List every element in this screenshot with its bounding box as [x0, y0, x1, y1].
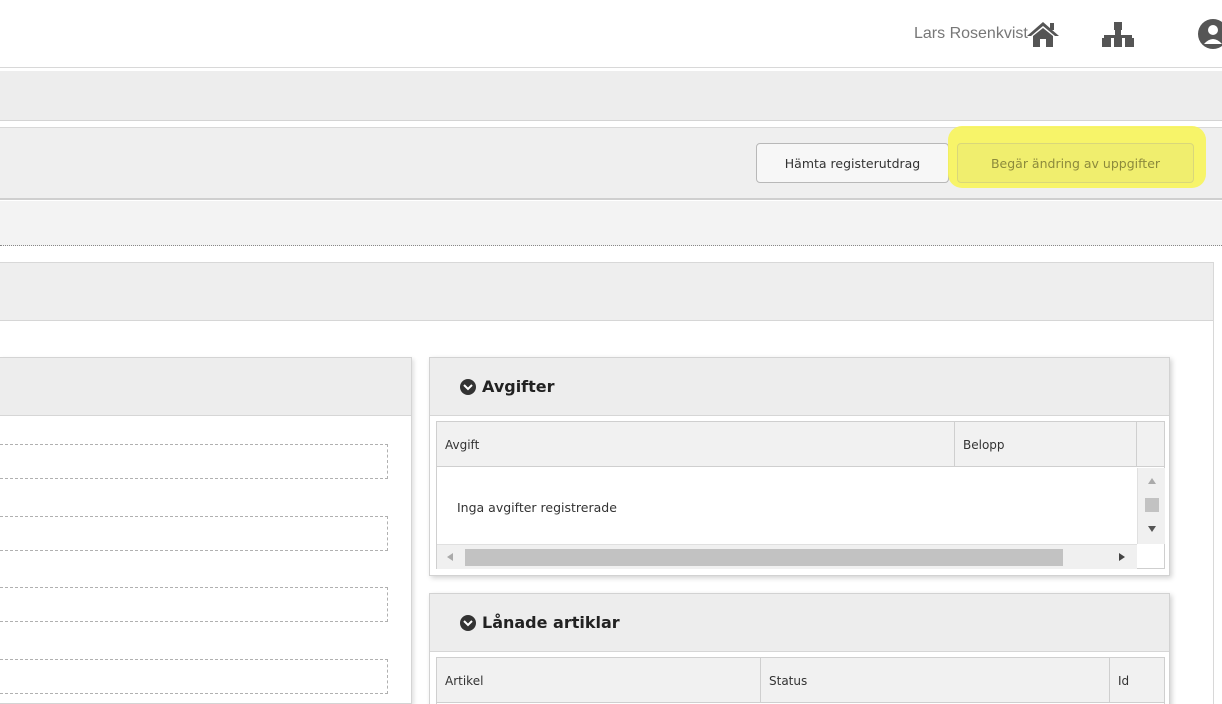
fees-grid-header: Avgift Belopp — [437, 422, 1164, 467]
user-name[interactable]: Lars Rosenkvist — [914, 25, 1028, 43]
home-icon[interactable] — [1026, 20, 1060, 48]
column-header-status[interactable]: Status — [761, 658, 1110, 703]
horizontal-scroll-thumb[interactable] — [465, 549, 1063, 566]
details-field-1[interactable] — [0, 444, 388, 479]
vertical-scroll-thumb[interactable] — [1145, 498, 1159, 512]
details-field-3[interactable] — [0, 587, 388, 622]
fees-horizontal-scrollbar[interactable] — [437, 544, 1137, 569]
loans-panel: Lånade artiklar Artikel Status Id — [429, 593, 1170, 704]
fees-title: Avgifter — [482, 377, 555, 396]
fees-empty-message: Inga avgifter registrerade — [457, 500, 617, 515]
column-header-fee[interactable]: Avgift — [437, 422, 955, 467]
fetch-register-extract-button[interactable]: Hämta registerutdrag — [756, 143, 949, 183]
scroll-down-icon[interactable] — [1148, 526, 1156, 532]
organization-icon[interactable] — [1100, 20, 1136, 48]
details-panel-header — [0, 358, 411, 416]
details-field-2[interactable] — [0, 516, 388, 551]
column-header-amount[interactable]: Belopp — [955, 422, 1137, 467]
loans-grid: Artikel Status Id — [436, 657, 1165, 704]
user-icon[interactable] — [1197, 18, 1222, 50]
navigation-band — [0, 71, 1222, 121]
scroll-left-icon[interactable] — [447, 553, 453, 561]
column-header-id[interactable]: Id — [1110, 658, 1165, 703]
scroll-right-icon[interactable] — [1119, 553, 1125, 561]
sub-toolbar — [0, 201, 1222, 246]
scroll-up-icon[interactable] — [1148, 478, 1156, 484]
details-field-4[interactable] — [0, 659, 388, 694]
fees-grid: Avgift Belopp Inga avgifter registrerade — [436, 421, 1165, 569]
chevron-down-icon[interactable] — [460, 378, 476, 395]
fees-vertical-scrollbar[interactable] — [1137, 468, 1165, 544]
loans-panel-header[interactable]: Lånade artiklar — [430, 594, 1169, 652]
request-change-button[interactable]: Begär ändring av uppgifter — [957, 143, 1194, 183]
column-header-article[interactable]: Artikel — [437, 658, 761, 703]
fees-panel: Avgifter Avgift Belopp Inga avgifter reg… — [429, 357, 1170, 576]
top-header: Lars Rosenkvist — [0, 0, 1222, 68]
main-panel-header — [0, 263, 1213, 321]
fees-panel-header[interactable]: Avgifter — [430, 358, 1169, 416]
loans-grid-header: Artikel Status Id — [437, 658, 1165, 703]
chevron-down-icon[interactable] — [460, 614, 476, 631]
details-panel — [0, 357, 412, 704]
loans-title: Lånade artiklar — [482, 613, 620, 632]
